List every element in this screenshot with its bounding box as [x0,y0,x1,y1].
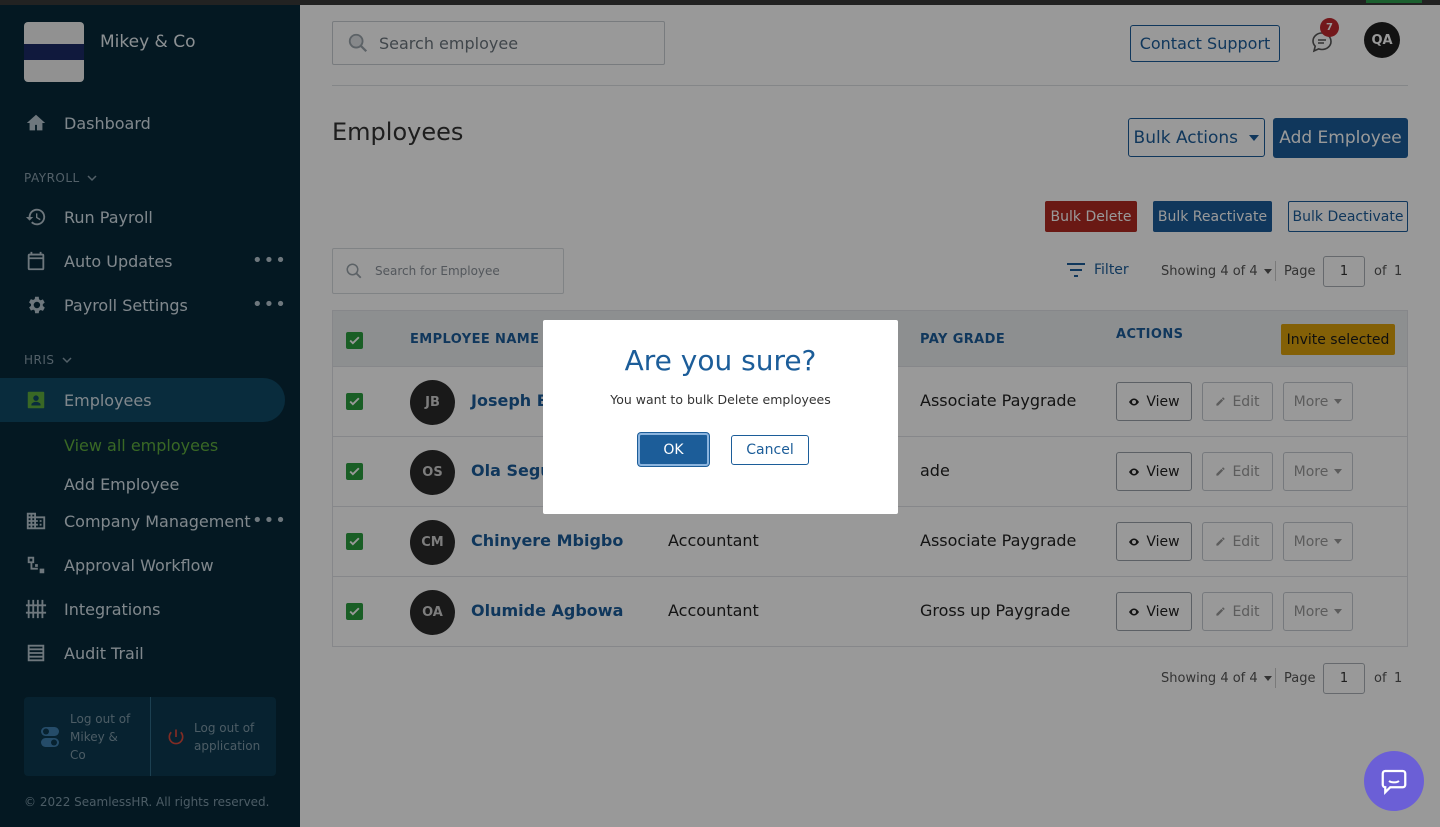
dialog-title: Are you sure? [624,344,817,377]
confirm-dialog: Are you sure? You want to bulk Delete em… [543,320,898,514]
ok-button[interactable]: OK [638,433,709,466]
cancel-button[interactable]: Cancel [731,435,809,465]
chat-bubble-icon [1381,769,1407,795]
dialog-message: You want to bulk Delete employees [610,392,831,407]
chat-widget-button[interactable] [1364,751,1424,811]
